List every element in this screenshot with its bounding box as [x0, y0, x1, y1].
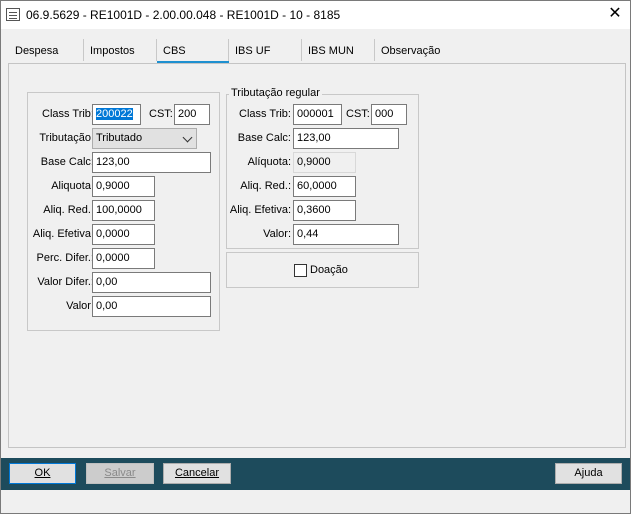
regular-base-calc-label: Base Calc: — [237, 132, 291, 144]
regular-cst-field[interactable]: 000 — [371, 104, 407, 125]
valor-difer-label: Valor Difer.: — [37, 276, 94, 288]
title-bar: 06.9.5629 - RE1001D - 2.00.00.048 - RE10… — [1, 1, 630, 29]
regular-class-trib-label: Class Trib: — [239, 108, 291, 120]
cancelar-button[interactable]: Cancelar — [163, 463, 231, 484]
tributacao-label: Tributação: — [39, 132, 94, 144]
salvar-button[interactable]: Salvar — [86, 463, 154, 484]
regular-base-calc-field[interactable]: 123,00 — [293, 128, 399, 149]
aliq-efetiva-field[interactable]: 0,0000 — [92, 224, 155, 245]
tributacao-select[interactable]: Tributado — [92, 128, 197, 149]
aliq-red-field[interactable]: 100,0000 — [92, 200, 155, 221]
dialog-window: 06.9.5629 - RE1001D - 2.00.00.048 - RE10… — [0, 0, 631, 514]
valor-difer-field[interactable]: 0,00 — [92, 272, 211, 293]
base-calc-label: Base Calc: — [40, 156, 94, 168]
tab-bar: Despesa Impostos CBS IBS UF IBS MUN Obse… — [9, 39, 629, 64]
valor-field[interactable]: 0,00 — [92, 296, 211, 317]
tab-cbs[interactable]: CBS — [156, 39, 229, 64]
regular-aliquota-label: Alíquota: — [247, 156, 291, 168]
tributacao-regular-group: Tributação regular Class Trib: 000001 CS… — [226, 87, 419, 249]
regular-aliq-efetiva-field[interactable]: 0,3600 — [293, 200, 356, 221]
aliq-efetiva-label: Aliq. Efetiva: — [32, 228, 94, 240]
cbs-group: Class Trib: 200022 CST: 200 Tributação: … — [27, 92, 220, 331]
tab-ibs-mun[interactable]: IBS MUN — [301, 39, 374, 61]
aliq-red-label: Aliq. Red.: — [43, 204, 94, 216]
regular-aliq-red-field[interactable]: 60,0000 — [293, 176, 356, 197]
regular-valor-field[interactable]: 0,44 — [293, 224, 399, 245]
button-bar: OK Salvar Cancelar Ajuda — [1, 458, 630, 490]
tab-page-cbs: Class Trib: 200022 CST: 200 Tributação: … — [8, 63, 626, 448]
regular-cst-label: CST: — [346, 108, 370, 120]
tab-despesa[interactable]: Despesa — [9, 39, 85, 61]
doacao-label: Doação — [310, 264, 348, 276]
class-trib-field[interactable]: 200022 — [92, 104, 141, 125]
aliquota-label: Aliquota: — [51, 180, 94, 192]
tab-observacao[interactable]: Observação — [374, 39, 451, 61]
tab-impostos[interactable]: Impostos — [83, 39, 156, 61]
regular-valor-label: Valor: — [263, 228, 291, 240]
ajuda-button[interactable]: Ajuda — [555, 463, 622, 484]
regular-aliquota-field: 0,9000 — [293, 152, 356, 173]
close-icon[interactable]: ✕ — [600, 1, 630, 29]
regular-aliq-red-label: Aliq. Red.: — [240, 180, 291, 192]
regular-class-trib-field[interactable]: 000001 — [293, 104, 342, 125]
doacao-group: Doação — [226, 252, 419, 288]
app-icon — [6, 8, 20, 21]
tributacao-regular-title: Tributação regular — [229, 87, 322, 99]
perc-difer-field[interactable]: 0,0000 — [92, 248, 155, 269]
chevron-down-icon — [182, 132, 193, 143]
cst-label: CST: — [149, 108, 173, 120]
ok-button[interactable]: OK — [9, 463, 76, 484]
class-trib-label: Class Trib: — [42, 108, 94, 120]
cst-field[interactable]: 200 — [174, 104, 210, 125]
aliquota-field[interactable]: 0,9000 — [92, 176, 155, 197]
valor-label: Valor: — [66, 300, 94, 312]
doacao-checkbox[interactable] — [294, 264, 307, 277]
base-calc-field[interactable]: 123,00 — [92, 152, 211, 173]
tab-ibs-uf[interactable]: IBS UF — [228, 39, 301, 61]
regular-aliq-efetiva-label: Aliq. Efetiva: — [229, 204, 291, 216]
perc-difer-label: Perc. Difer.: — [36, 252, 94, 264]
window-title: 06.9.5629 - RE1001D - 2.00.00.048 - RE10… — [26, 8, 341, 22]
